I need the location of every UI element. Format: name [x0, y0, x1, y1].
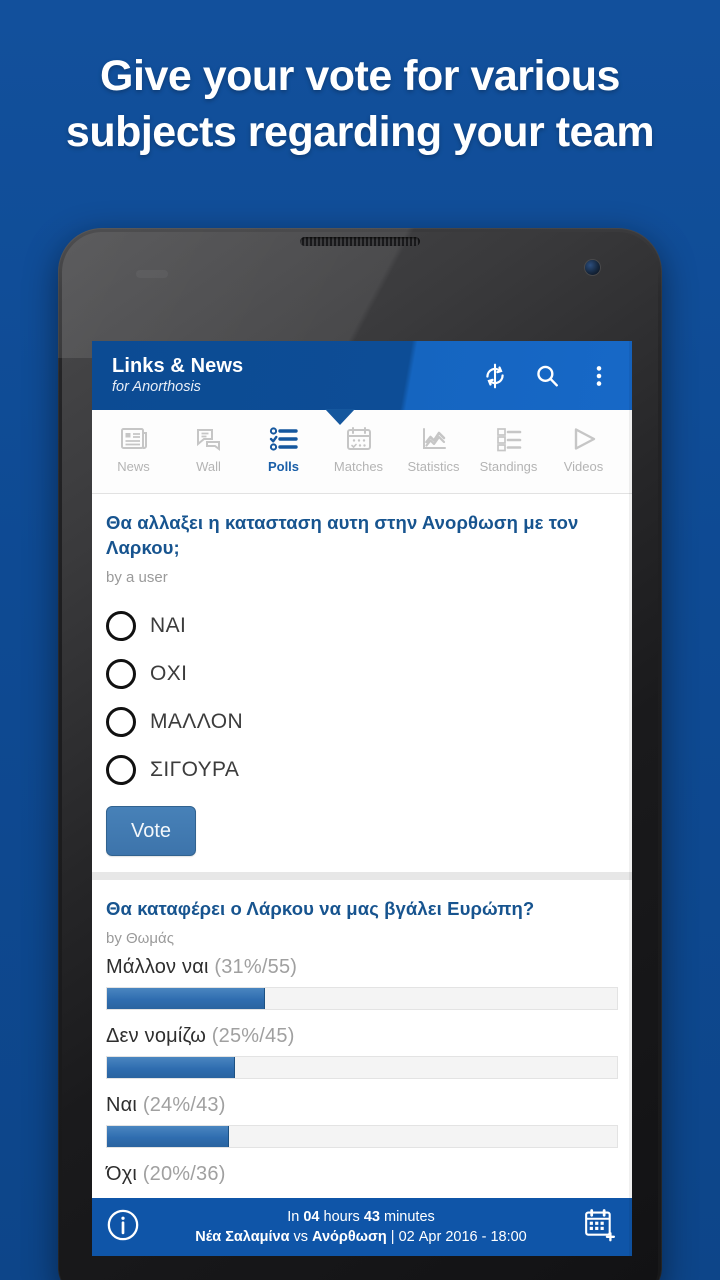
- tab-polls[interactable]: Polls: [246, 416, 321, 475]
- tab-polls-label: Polls: [267, 459, 300, 474]
- poll-result-option: Ναι: [106, 1094, 138, 1116]
- tab-standings-label: Standings: [479, 459, 538, 474]
- tab-videos[interactable]: Videos: [546, 416, 621, 475]
- poll-option-label: ΜΑΛΛΟΝ: [150, 710, 244, 733]
- app-bar-titles: Links & News for Anorthosis: [112, 354, 482, 397]
- countdown-hours: 04: [303, 1209, 320, 1225]
- tab-statistics[interactable]: Statistics: [396, 416, 471, 475]
- refresh-icon[interactable]: [482, 363, 508, 389]
- poll-result-percent: (31%/55): [214, 956, 298, 978]
- radio-button[interactable]: [106, 659, 136, 689]
- poll-result-row: Μάλλον ναι (31%/55): [106, 953, 618, 1010]
- versus-label: vs: [289, 1229, 313, 1245]
- poll-option[interactable]: ΜΑΛΛΟΝ: [106, 698, 618, 746]
- radio-button[interactable]: [106, 611, 136, 641]
- promo-headline-line1: Give your vote for various: [100, 52, 620, 100]
- phone-mockup: Links & News for Anorthosis News Wall Po…: [58, 228, 662, 1280]
- polls-list[interactable]: Θα αλλαξει η κατασταση αυτη στην Ανορθωσ…: [92, 341, 632, 1256]
- active-tab-indicator: [325, 409, 355, 425]
- poll-author: by a user: [106, 569, 168, 586]
- tab-bar: News Wall Polls Matches Statistics Stand…: [92, 409, 632, 494]
- proximity-sensor: [136, 270, 168, 278]
- poll-author: by Θωμάς: [106, 930, 174, 947]
- earpiece-speaker: [300, 237, 420, 246]
- away-team: Ανόρθωση: [312, 1229, 387, 1245]
- tab-statistics-label: Statistics: [407, 459, 460, 474]
- countdown-minutes: 43: [363, 1209, 380, 1225]
- app-screen: Links & News for Anorthosis News Wall Po…: [92, 341, 632, 1256]
- overflow-menu-icon[interactable]: [586, 363, 612, 389]
- vote-button[interactable]: Vote: [106, 806, 197, 856]
- app-subtitle: for Anorthosis: [112, 379, 201, 395]
- poll-option[interactable]: ΝΑΙ: [106, 602, 618, 650]
- add-to-calendar-icon[interactable]: [582, 1207, 618, 1248]
- poll-options: ΝΑΙ ΟΧΙ ΜΑΛΛΟΝ ΣΙΓΟΥΡΑ: [106, 602, 618, 794]
- poll-result-row: Δεν νομίζω (25%/45): [106, 1022, 618, 1079]
- poll-card-open: Θα αλλαξει η κατασταση αυτη στην Ανορθωσ…: [92, 494, 632, 872]
- poll-result-label: Ναι (24%/43): [106, 1091, 618, 1119]
- poll-result-bar-fill: [107, 1126, 230, 1147]
- radio-button[interactable]: [106, 707, 136, 737]
- match-footer-bar[interactable]: In 04 hours 43 minutes Νέα Σαλαμίνα vs Α…: [92, 1198, 632, 1256]
- matches-icon: [345, 424, 373, 454]
- match-countdown: In 04 hours 43 minutes: [150, 1207, 572, 1227]
- tab-wall-label: Wall: [196, 459, 221, 474]
- countdown-prefix: In: [287, 1209, 304, 1225]
- tab-standings[interactable]: Standings: [471, 416, 546, 475]
- wall-icon: [195, 424, 223, 454]
- poll-card-results: Θα καταφέρει ο Λάρκου να μας βγάλει Ευρώ…: [92, 880, 632, 1198]
- poll-option-label: ΣΙΓΟΥΡΑ: [150, 758, 240, 781]
- poll-result-label: Όχι (20%/36): [106, 1160, 618, 1188]
- poll-result-percent: (24%/43): [142, 1094, 226, 1116]
- tab-matches-label: Matches: [333, 459, 384, 474]
- search-icon[interactable]: [534, 363, 560, 389]
- poll-question: Θα αλλαξει η κατασταση αυτη στην Ανορθωσ…: [106, 512, 579, 558]
- videos-icon: [570, 424, 598, 454]
- info-icon[interactable]: [106, 1208, 140, 1247]
- poll-result-option: Μάλλον ναι: [106, 956, 209, 978]
- tab-videos-label: Videos: [563, 459, 604, 474]
- countdown-minutes-word: minutes: [379, 1209, 435, 1225]
- poll-result-percent: (20%/36): [142, 1163, 226, 1185]
- app-bar: Links & News for Anorthosis: [92, 341, 632, 410]
- promo-headline: Give your vote for various subjects rega…: [0, 48, 720, 160]
- promo-headline-line2: subjects regarding your team: [65, 108, 655, 156]
- poll-result-row: Όχι (20%/36): [106, 1160, 618, 1188]
- poll-result-bar-fill: [107, 1057, 235, 1078]
- poll-result-option: Δεν νομίζω: [106, 1025, 207, 1047]
- polls-icon: [269, 424, 299, 454]
- app-bar-actions: [482, 363, 616, 389]
- statistics-icon: [420, 424, 448, 454]
- front-camera: [585, 260, 600, 275]
- radio-button[interactable]: [106, 755, 136, 785]
- tab-news-label: News: [117, 459, 150, 474]
- poll-result-percent: (25%/45): [211, 1025, 295, 1047]
- news-icon: [120, 424, 148, 454]
- poll-option-label: ΝΑΙ: [150, 614, 187, 637]
- scrollbar[interactable]: [629, 341, 632, 1256]
- poll-results: Μάλλον ναι (31%/55) Δεν νομίζω (25%/45): [106, 949, 618, 1198]
- match-info: In 04 hours 43 minutes Νέα Σαλαμίνα vs Α…: [150, 1207, 572, 1247]
- poll-result-label: Μάλλον ναι (31%/55): [106, 953, 618, 981]
- poll-result-label: Δεν νομίζω (25%/45): [106, 1022, 618, 1050]
- match-teams-and-date: Νέα Σαλαμίνα vs Ανόρθωση | 02 Apr 2016 -…: [150, 1227, 572, 1247]
- poll-result-bar-track: [106, 987, 618, 1010]
- poll-option-label: ΟΧΙ: [150, 662, 188, 685]
- poll-result-row: Ναι (24%/43): [106, 1091, 618, 1148]
- tab-wall[interactable]: Wall: [171, 416, 246, 475]
- app-title: Links & News: [112, 355, 244, 377]
- poll-result-bar-track: [106, 1056, 618, 1079]
- standings-icon: [495, 424, 523, 454]
- tab-news[interactable]: News: [96, 416, 171, 475]
- poll-option[interactable]: ΣΙΓΟΥΡΑ: [106, 746, 618, 794]
- home-team: Νέα Σαλαμίνα: [195, 1229, 290, 1245]
- countdown-hours-word: hours: [319, 1209, 364, 1225]
- poll-result-option: Όχι: [106, 1163, 138, 1185]
- poll-question: Θα καταφέρει ο Λάρκου να μας βγάλει Ευρώ…: [106, 898, 535, 919]
- poll-result-bar-fill: [107, 988, 266, 1009]
- poll-option[interactable]: ΟΧΙ: [106, 650, 618, 698]
- match-datetime: | 02 Apr 2016 - 18:00: [386, 1229, 527, 1245]
- poll-result-bar-track: [106, 1125, 618, 1148]
